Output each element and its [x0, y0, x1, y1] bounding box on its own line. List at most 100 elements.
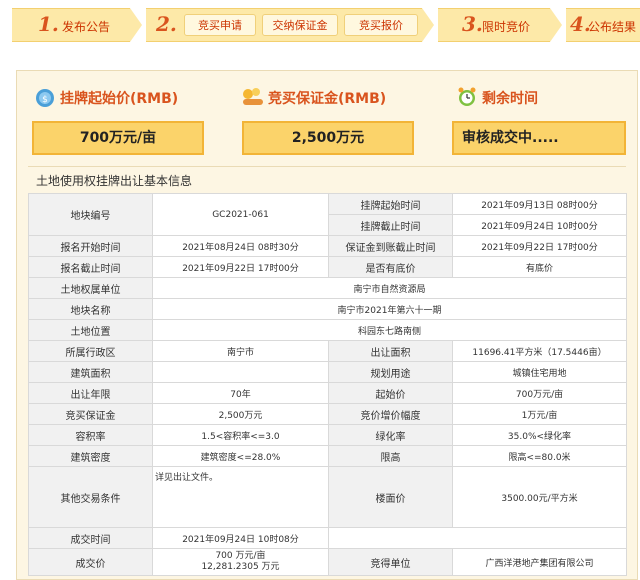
table-row: 建筑面积 规划用途 城镇住宅用地	[28, 361, 627, 383]
area-value: 11696.41平方米（17.5446亩）	[452, 340, 627, 362]
svg-text:$: $	[42, 95, 48, 105]
listing-start-value: 2021年09月13日 08时00分	[452, 193, 627, 215]
plot-name-label: 地块名称	[28, 298, 153, 320]
start-price-value: 700万元/亩	[452, 382, 627, 404]
table-row: 地块编号 GC2021-061 挂牌起始时间 2021年09月13日 08时00…	[28, 193, 627, 236]
deposit-deadline-value: 2021年09月22日 17时00分	[452, 235, 627, 257]
step-number: 1.	[38, 12, 59, 36]
floor-price-label: 楼面价	[328, 466, 453, 528]
plot-name-value: 南宁市2021年第六十一期	[152, 298, 627, 320]
reg-start-label: 报名开始时间	[28, 235, 153, 257]
table-row: 报名截止时间 2021年09月22日 17时00分 是否有底价 有底价	[28, 256, 627, 278]
location-label: 土地位置	[28, 319, 153, 341]
increment-value: 1万元/亩	[452, 403, 627, 425]
sub-step-pay-deposit[interactable]: 交纳保证金	[262, 14, 338, 36]
district-value: 南宁市	[152, 340, 329, 362]
other-value: 详见出让文件。	[152, 466, 329, 528]
deal-time-label: 成交时间	[28, 527, 153, 549]
height-value: 限高<=80.0米	[452, 445, 627, 467]
district-label: 所属行政区	[28, 340, 153, 362]
step-4[interactable]: 4. 公布结果	[566, 8, 640, 42]
step-label: 限时竞价	[482, 20, 531, 34]
green-value: 35.0%<绿化率	[452, 424, 627, 446]
owner-value: 南宁市自然资源局	[152, 277, 627, 299]
table-row: 土地权属单位 南宁市自然资源局	[28, 277, 627, 299]
reg-end-label: 报名截止时间	[28, 256, 153, 278]
table-row: 建筑密度 建筑密度<=28.0% 限高 限高<=80.0米	[28, 445, 627, 467]
table-row: 容积率 1.5<容积率<=3.0 绿化率 35.0%<绿化率	[28, 424, 627, 446]
green-label: 绿化率	[328, 424, 453, 446]
location-value: 科园东七路南侧	[152, 319, 627, 341]
start-price-box: 700万元/亩	[32, 121, 204, 155]
start-price-title: 挂牌起始价(RMB)	[60, 91, 179, 107]
building-area-value	[152, 361, 329, 383]
reg-start-value: 2021年08月24日 08时30分	[152, 235, 329, 257]
chevron-right-icon	[422, 8, 434, 42]
table-row: 所属行政区 南宁市 出让面积 11696.41平方米（17.5446亩）	[28, 340, 627, 362]
remaining-time-box: 审核成交中.....	[452, 121, 626, 155]
area-label: 出让面积	[328, 340, 453, 362]
start-price-value: 700万元/亩	[79, 130, 157, 146]
plot-code-value: GC2021-061	[152, 193, 329, 236]
chevron-right-icon	[130, 8, 142, 42]
alarm-clock-icon	[458, 87, 476, 106]
density-label: 建筑密度	[28, 445, 153, 467]
reserve-label: 是否有底价	[328, 256, 453, 278]
increment-label: 竞价增价幅度	[328, 403, 453, 425]
table-row: 成交价 700 万元/亩 12,281.2305 万元 竞得单位 广西洋港地产集…	[28, 548, 627, 576]
remaining-time-title: 剩余时间	[482, 91, 538, 107]
step-label: 发布公告	[62, 20, 111, 34]
deal-time-value: 2021年09月24日 10时08分	[152, 527, 329, 549]
deposit-deadline-label: 保证金到账截止时间	[328, 235, 453, 257]
deal-price-value: 700 万元/亩 12,281.2305 万元	[152, 548, 329, 576]
table-row: 报名开始时间 2021年08月24日 08时30分 保证金到账截止时间 2021…	[28, 235, 627, 257]
step-1[interactable]: 1. 发布公告	[12, 8, 130, 42]
winner-label: 竞得单位	[328, 548, 453, 576]
listing-end-value: 2021年09月24日 10时00分	[452, 214, 627, 236]
listing-end-label: 挂牌截止时间	[328, 214, 453, 236]
owner-label: 土地权属单位	[28, 277, 153, 299]
deposit-box: 2,500万元	[242, 121, 414, 155]
deposit-value: 2,500万元	[291, 130, 365, 146]
remaining-time-value: 审核成交中.....	[462, 130, 559, 146]
deposit-value: 2,500万元	[152, 403, 329, 425]
deal-price-total: 12,281.2305 万元	[201, 562, 280, 572]
deposit-label: 竞买保证金	[28, 403, 153, 425]
sub-step-bid-quote[interactable]: 竞买报价	[344, 14, 418, 36]
hand-coins-icon	[243, 88, 263, 105]
term-value: 70年	[152, 382, 329, 404]
divider	[28, 166, 626, 167]
building-area-label: 建筑面积	[28, 361, 153, 383]
start-price-label: 起始价	[328, 382, 453, 404]
deposit-title: 竞买保证金(RMB)	[268, 91, 387, 107]
height-label: 限高	[328, 445, 453, 467]
table-row: 成交时间 2021年09月24日 10时08分	[28, 527, 627, 549]
land-info-table: 地块编号 GC2021-061 挂牌起始时间 2021年09月13日 08时00…	[28, 193, 627, 576]
section-title: 土地使用权挂牌出让基本信息	[36, 174, 193, 188]
plot-code-label: 地块编号	[28, 193, 153, 236]
other-label: 其他交易条件	[28, 466, 153, 528]
step-3[interactable]: 3. 限时竞价	[438, 8, 550, 42]
far-label: 容积率	[28, 424, 153, 446]
reserve-value: 有底价	[452, 256, 627, 278]
table-row: 其他交易条件 详见出让文件。 楼面价 3500.00元/平方米	[28, 466, 627, 528]
sub-step-bid-application[interactable]: 竞买申请	[184, 14, 256, 36]
step-number: 3.	[462, 12, 483, 36]
table-row: 地块名称 南宁市2021年第六十一期	[28, 298, 627, 320]
planned-use-label: 规划用途	[328, 361, 453, 383]
reg-end-value: 2021年09月22日 17时00分	[152, 256, 329, 278]
step-label: 公布结果	[588, 20, 637, 34]
table-row: 竞买保证金 2,500万元 竞价增价幅度 1万元/亩	[28, 403, 627, 425]
term-label: 出让年限	[28, 382, 153, 404]
far-value: 1.5<容积率<=3.0	[152, 424, 329, 446]
planned-use-value: 城镇住宅用地	[452, 361, 627, 383]
money-bag-icon: $	[36, 89, 54, 107]
density-value: 建筑密度<=28.0%	[152, 445, 329, 467]
process-steps: 1. 发布公告 2. 竞买申请 交纳保证金 竞买报价 3. 限时竞价 4. 公布…	[0, 0, 640, 54]
table-row: 出让年限 70年 起始价 700万元/亩	[28, 382, 627, 404]
empty-cell	[328, 527, 627, 549]
deal-price-per-mu: 700 万元/亩	[215, 551, 266, 561]
step-number: 2.	[156, 12, 177, 36]
deal-price-label: 成交价	[28, 548, 153, 576]
listing-start-label: 挂牌起始时间	[328, 193, 453, 215]
